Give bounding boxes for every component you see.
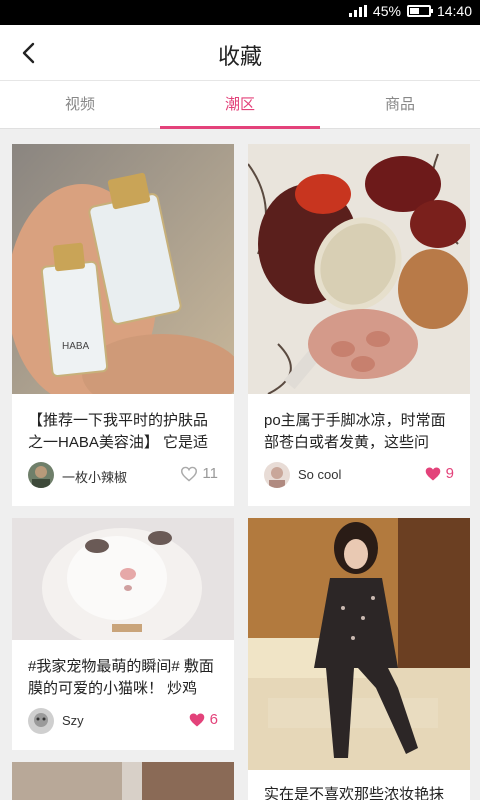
signal-icon bbox=[348, 5, 367, 17]
avatar[interactable] bbox=[28, 708, 54, 734]
tab-goods[interactable]: 商品 bbox=[320, 81, 480, 128]
username[interactable]: 一枚小辣椒 bbox=[62, 467, 127, 486]
heart-filled-icon bbox=[189, 712, 204, 727]
like-count: 11 bbox=[202, 465, 218, 482]
post-text: 【推荐一下我平时的护肤品之一HABA美容油】 它是适 bbox=[28, 412, 209, 451]
post-text: po主属于手脚冰凉，时常面部苍白或者发黄，这些问 bbox=[264, 412, 446, 451]
heart-filled-icon bbox=[425, 466, 440, 481]
post-image-fashion bbox=[248, 518, 470, 770]
heart-outline-icon bbox=[181, 466, 198, 482]
app-header: 收藏 bbox=[0, 25, 480, 81]
page-title: 收藏 bbox=[217, 44, 262, 69]
post-image-grains bbox=[248, 144, 470, 394]
avatar[interactable] bbox=[28, 462, 54, 488]
post-card[interactable]: po主属于手脚冰凉，时常面部苍白或者发黄，这些问 So cool 9 bbox=[248, 144, 470, 506]
avatar[interactable] bbox=[264, 462, 290, 488]
like-button[interactable]: 9 bbox=[424, 465, 454, 482]
clock: 14:40 bbox=[436, 3, 472, 19]
battery-percent: 45% bbox=[372, 3, 401, 19]
tab-bar: 视频 潮区 商品 bbox=[0, 81, 480, 129]
like-count: 6 bbox=[209, 711, 218, 728]
post-card[interactable]: #我家宠物最萌的瞬间# 敷面膜的可爱的小猫咪！ 炒鸡 Szy 6 bbox=[12, 518, 234, 750]
tab-video[interactable]: 视频 bbox=[0, 81, 160, 128]
post-image-skincare-oil: HABA bbox=[12, 144, 234, 394]
post-image bbox=[12, 762, 234, 800]
battery-icon bbox=[406, 5, 433, 17]
like-button[interactable]: 11 bbox=[180, 465, 218, 482]
tab-trend-zone[interactable]: 潮区 bbox=[160, 81, 320, 129]
username[interactable]: So cool bbox=[298, 467, 341, 482]
post-image-cat-face-mask bbox=[12, 518, 234, 640]
like-count: 9 bbox=[445, 465, 454, 482]
status-bar: 45% 14:40 bbox=[0, 0, 480, 25]
post-card[interactable]: 实在是不喜欢那些浓妆艳抹 bbox=[248, 518, 470, 800]
post-card[interactable]: HABA 【推荐一下我平时的护肤品之一HABA美容油】 它是适 一枚小辣椒 11 bbox=[12, 144, 234, 506]
post-text: #我家宠物最萌的瞬间# 敷面膜的可爱的小猫咪！ 炒鸡 bbox=[28, 658, 214, 697]
post-card[interactable] bbox=[12, 762, 234, 800]
username[interactable]: Szy bbox=[62, 713, 84, 728]
post-text: 实在是不喜欢那些浓妆艳抹 bbox=[264, 786, 445, 800]
like-button[interactable]: 6 bbox=[188, 711, 218, 728]
product-label-text: HABA bbox=[62, 341, 90, 352]
